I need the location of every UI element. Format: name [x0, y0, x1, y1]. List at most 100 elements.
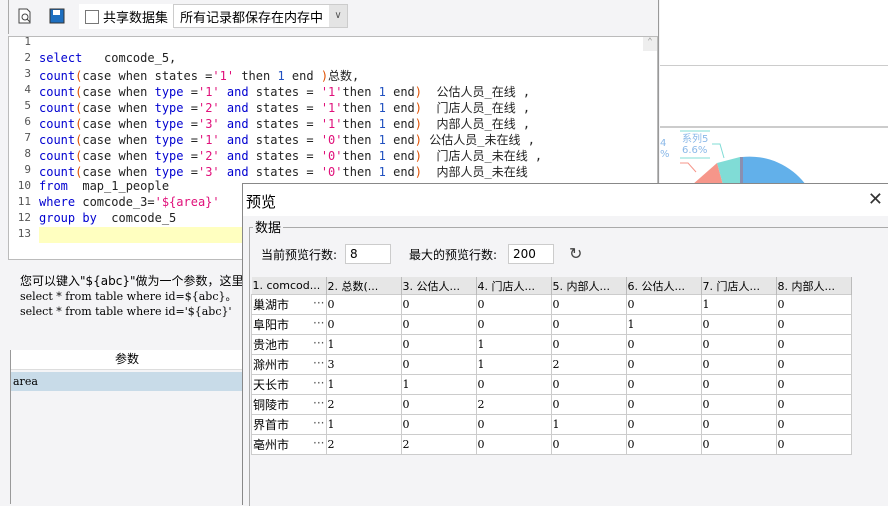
table-cell[interactable]: 铜陵市 ···	[251, 394, 327, 415]
table-cell[interactable]: 0	[400, 294, 477, 315]
code-line: select comcode_5,	[39, 51, 177, 65]
line-number: 6	[24, 115, 31, 128]
scroll-up-button[interactable]: ⌃	[643, 37, 657, 51]
table-cell[interactable]: 3	[325, 354, 402, 375]
table-cell[interactable]: 1	[325, 414, 402, 435]
table-cell[interactable]: 0	[775, 334, 852, 355]
table-cell[interactable]: 1	[475, 354, 552, 375]
table-cell[interactable]: 0	[700, 314, 777, 335]
table-cell[interactable]: 1	[325, 334, 402, 355]
table-cell[interactable]: 0	[550, 334, 627, 355]
table-cell[interactable]: 0	[775, 314, 852, 335]
table-cell[interactable]: 0	[400, 414, 477, 435]
current-rows-input[interactable]: 8	[345, 244, 391, 264]
table-cell[interactable]: 0	[475, 294, 552, 315]
table-cell[interactable]: 2	[475, 394, 552, 415]
table-cell[interactable]: 1	[550, 414, 627, 435]
table-cell[interactable]: 0	[625, 394, 702, 415]
table-cell[interactable]: 0	[700, 414, 777, 435]
table-cell[interactable]: 0	[550, 314, 627, 335]
table-cell[interactable]: 0	[775, 354, 852, 375]
preview-icon[interactable]	[17, 8, 33, 24]
table-cell[interactable]: 2	[550, 354, 627, 375]
table-cell[interactable]: 0	[475, 374, 552, 395]
table-cell[interactable]: 2	[400, 434, 477, 455]
dialog-title: 预览	[246, 193, 277, 211]
table-cell[interactable]: 1	[625, 314, 702, 335]
line-number: 12	[17, 211, 31, 224]
current-line-highlight	[39, 227, 249, 243]
line-number: 2	[24, 51, 31, 64]
column-header[interactable]: 1. comcod...	[251, 277, 327, 295]
share-dataset-checkbox[interactable]: 共享数据集	[79, 4, 175, 29]
mode-value: 所有记录都保存在内存中	[180, 10, 324, 26]
table-cell[interactable]: 阜阳市 ···	[251, 314, 327, 335]
close-icon[interactable]: ✕	[868, 189, 883, 210]
table-cell[interactable]: 0	[625, 434, 702, 455]
table-cell[interactable]: 0	[700, 394, 777, 415]
table-cell[interactable]: 0	[550, 394, 627, 415]
table-cell[interactable]: 2	[325, 394, 402, 415]
table-cell[interactable]: 0	[700, 354, 777, 375]
table-cell[interactable]: 0	[400, 394, 477, 415]
table-cell[interactable]: 亳州市 ···	[251, 434, 327, 455]
table-cell[interactable]: 1	[700, 294, 777, 315]
table-cell[interactable]: 0	[625, 374, 702, 395]
column-header[interactable]: 6. 公估人...	[626, 277, 702, 295]
table-cell[interactable]: 0	[775, 434, 852, 455]
table-cell[interactable]: 0	[325, 294, 402, 315]
column-header[interactable]: 3. 公估人...	[401, 277, 477, 295]
column-header[interactable]: 4. 门店人...	[476, 277, 552, 295]
table-cell[interactable]: 界首市 ···	[251, 414, 327, 435]
table-cell[interactable]: 1	[475, 334, 552, 355]
table-cell[interactable]: 1	[400, 374, 477, 395]
table-cell[interactable]: 贵池市 ···	[251, 334, 327, 355]
checkbox-box[interactable]	[85, 9, 99, 24]
memory-mode-select[interactable]: 所有记录都保存在内存中 ∨	[173, 4, 349, 28]
table-cell[interactable]: 0	[475, 414, 552, 435]
params-header: 参数	[11, 350, 243, 370]
save-icon[interactable]	[49, 8, 65, 24]
table-cell[interactable]: 0	[775, 394, 852, 415]
max-rows-input[interactable]: 200	[508, 244, 554, 264]
table-cell[interactable]: 0	[625, 354, 702, 375]
table-cell[interactable]: 0	[400, 354, 477, 375]
table-cell[interactable]: 1	[325, 374, 402, 395]
column-header[interactable]: 2. 总数(...	[326, 277, 402, 295]
code-line: count(case when type ='1' and states = '…	[39, 85, 531, 99]
line-number: 8	[24, 147, 31, 160]
table-cell[interactable]: 0	[775, 294, 852, 315]
line-number: 3	[24, 67, 31, 80]
column-header[interactable]: 5. 内部人...	[551, 277, 627, 295]
table-cell[interactable]: 0	[775, 374, 852, 395]
table-cell[interactable]: 0	[775, 414, 852, 435]
table-cell[interactable]: 0	[475, 314, 552, 335]
table-cell[interactable]: 0	[550, 294, 627, 315]
table-cell[interactable]: 0	[625, 334, 702, 355]
table-cell[interactable]: 0	[625, 414, 702, 435]
table-cell[interactable]: 滁州市 ···	[251, 354, 327, 375]
param-row-area[interactable]: area	[11, 372, 243, 391]
current-rows-label: 当前预览行数:	[261, 248, 338, 262]
column-header[interactable]: 8. 内部人...	[776, 277, 852, 295]
refresh-icon[interactable]: ↻	[569, 244, 582, 263]
table-cell[interactable]: 0	[325, 314, 402, 335]
line-number: 9	[24, 163, 31, 176]
table-cell[interactable]: 0	[400, 334, 477, 355]
table-cell[interactable]: 0	[700, 434, 777, 455]
table-cell[interactable]: 0	[700, 374, 777, 395]
table-cell[interactable]: 天长市 ···	[251, 374, 327, 395]
table-cell[interactable]: 巢湖市 ···	[251, 294, 327, 315]
table-cell[interactable]: 0	[625, 294, 702, 315]
table-cell[interactable]: 0	[550, 434, 627, 455]
chevron-down-icon[interactable]: ∨	[329, 5, 348, 27]
table-cell[interactable]: 0	[550, 374, 627, 395]
table-cell[interactable]: 0	[475, 434, 552, 455]
city-name: 阜阳市	[253, 318, 290, 332]
table-cell[interactable]: 2	[325, 434, 402, 455]
parameters-table: 参数 area	[10, 350, 243, 504]
table-cell[interactable]: 0	[400, 314, 477, 335]
column-header[interactable]: 7. 门店人...	[701, 277, 777, 295]
hint-example: select * from table where id='${abc}'	[20, 305, 232, 318]
table-cell[interactable]: 0	[700, 334, 777, 355]
